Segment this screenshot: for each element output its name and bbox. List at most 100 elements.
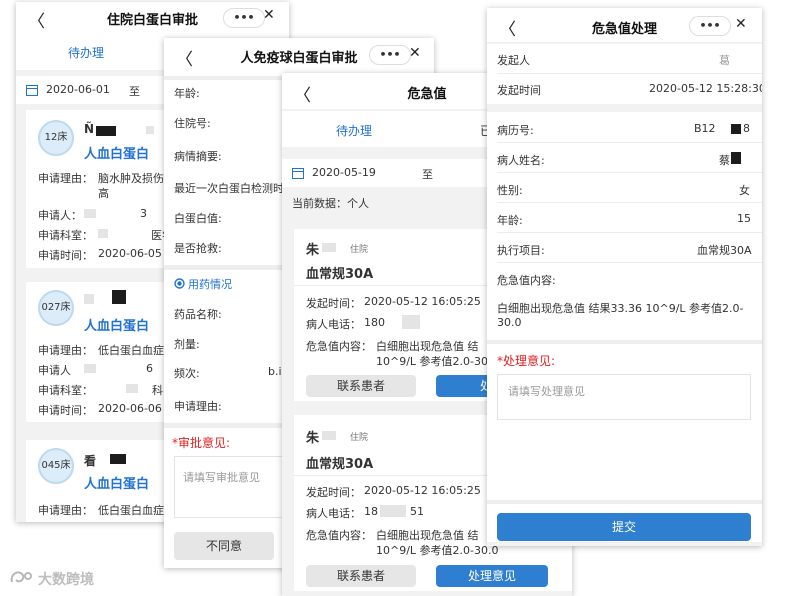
opinion-placeholder: 请填写审批意见 bbox=[183, 471, 260, 484]
dept-label: 申请科室： bbox=[38, 229, 93, 242]
content-value: 白细胞出现危急值 结 bbox=[376, 340, 479, 353]
redacted-name bbox=[96, 126, 116, 136]
exec-item-value: 血常规30A bbox=[697, 244, 752, 257]
time-value: 2020-05-12 16:05:25 bbox=[364, 295, 481, 308]
divider bbox=[497, 142, 762, 143]
content-value-2: 10^9/L 参考值2.0-30.0 bbox=[376, 355, 499, 368]
divider bbox=[487, 340, 762, 344]
opinion-label: *处理意见: bbox=[497, 354, 556, 368]
tab-pending[interactable]: 待办理 bbox=[68, 44, 104, 61]
applicant-label: 申请人： bbox=[38, 209, 82, 222]
contact-patient-button[interactable]: 联系患者 bbox=[306, 375, 416, 397]
reason-label: 申请理由： bbox=[38, 344, 93, 357]
time-label: 申请时间： bbox=[38, 404, 93, 417]
content-label: 危急值内容： bbox=[306, 340, 372, 353]
time-label: 发起时间： bbox=[306, 486, 361, 499]
reject-button[interactable]: 不同意 bbox=[174, 532, 274, 560]
reason-value-2: 高 bbox=[98, 187, 109, 200]
divider bbox=[497, 202, 762, 203]
content-value-2: 30.0 bbox=[497, 316, 522, 329]
content-value: 白细胞出现危急值 结果33.36 10^9/L 参考值2.0- bbox=[497, 302, 744, 315]
age-label: 年龄: bbox=[497, 214, 523, 227]
tab-pending[interactable]: 待办理 bbox=[336, 122, 372, 139]
field-last-test: 最近一次白蛋白检测时 bbox=[174, 182, 284, 195]
field-summary: 病情摘要: bbox=[174, 150, 222, 163]
redacted-info bbox=[146, 126, 154, 134]
watermark-text: 大数跨境 bbox=[38, 572, 94, 588]
field-frequency: 频次: bbox=[174, 367, 200, 380]
age-value: 15 bbox=[737, 212, 751, 225]
content-value: 白细胞出现危急值 结 bbox=[376, 529, 479, 542]
patient-name: 朱 bbox=[306, 431, 320, 446]
watermark-logo-icon bbox=[10, 571, 32, 583]
close-icon[interactable]: ✕ bbox=[409, 45, 421, 61]
date-separator: 至 bbox=[422, 168, 433, 181]
record-no-value: B12 bbox=[694, 122, 716, 135]
phone-tail: 51 bbox=[410, 505, 424, 518]
field-rescue: 是否抢救: bbox=[174, 242, 222, 255]
exec-item-label: 执行项目: bbox=[497, 244, 545, 257]
record-no-tail: 8 bbox=[743, 122, 750, 135]
more-button[interactable]: ••• bbox=[223, 8, 265, 28]
more-button[interactable]: ••• bbox=[689, 16, 731, 36]
close-icon[interactable]: ✕ bbox=[263, 7, 275, 23]
applicant-value: 6 bbox=[146, 362, 153, 375]
date-from[interactable]: 2020-06-01 bbox=[46, 83, 110, 96]
patient-name: 朱 bbox=[306, 243, 320, 258]
patient-type: 住院 bbox=[350, 433, 369, 443]
phone-value: 18 bbox=[364, 505, 378, 518]
phone-label: 病人电话： bbox=[306, 507, 361, 520]
data-scope: 当前数据：个人 bbox=[292, 197, 369, 210]
time-label: 申请时间： bbox=[38, 249, 93, 262]
divider bbox=[497, 232, 762, 233]
test-item: 血常规30A bbox=[306, 457, 374, 472]
bed-badge: 12床 bbox=[38, 120, 74, 156]
bed-badge: 027床 bbox=[38, 290, 74, 326]
drug-name: 人血白蛋白 bbox=[84, 319, 150, 334]
reason-label: 申请理由： bbox=[38, 172, 93, 185]
phone-value: 180 bbox=[364, 316, 385, 329]
initiator-label: 发起人 bbox=[497, 54, 530, 67]
frequency-value: b.i bbox=[268, 365, 282, 378]
applicant-value: 3 bbox=[140, 207, 147, 220]
opinion-textarea[interactable]: 请填写处理意见 bbox=[497, 374, 751, 420]
patient-type: 住院 bbox=[350, 245, 369, 255]
submit-button[interactable]: 提交 bbox=[497, 513, 751, 541]
drug-name: 人血白蛋白 bbox=[84, 477, 150, 492]
date-separator: 至 bbox=[129, 85, 140, 98]
date-from[interactable]: 2020-05-19 bbox=[312, 166, 376, 179]
reason-label: 申请理由： bbox=[38, 504, 93, 517]
nav-bar: 〈 住院白蛋白审批 ••• ✕ bbox=[16, 2, 289, 34]
dept-label: 申请科室： bbox=[38, 384, 93, 397]
initiator-value: 葛 bbox=[719, 54, 730, 67]
close-icon[interactable]: ✕ bbox=[735, 16, 747, 32]
field-age: 年龄: bbox=[174, 87, 200, 100]
section-title: 用药情况 bbox=[188, 278, 232, 291]
time-label: 发起时间： bbox=[306, 297, 361, 310]
divider bbox=[497, 262, 762, 263]
content-label: 危急值内容： bbox=[306, 529, 372, 542]
patient-name-label: 病人姓名: bbox=[497, 154, 545, 167]
redacted-name bbox=[112, 290, 126, 304]
bed-badge: 045床 bbox=[38, 448, 74, 484]
gender-label: 性别: bbox=[497, 184, 523, 197]
opinion-placeholder: 请填写处理意见 bbox=[508, 385, 585, 398]
more-button[interactable]: ••• bbox=[369, 45, 411, 65]
divider bbox=[487, 500, 762, 504]
nav-bar: 〈 人免疫球白蛋白审批 ••• ✕ bbox=[164, 38, 434, 72]
field-reason: 申请理由: bbox=[174, 400, 222, 413]
contact-patient-button[interactable]: 联系患者 bbox=[306, 565, 416, 587]
initiate-time-value: 2020-05-12 15:28:30 bbox=[649, 82, 762, 95]
divider bbox=[497, 73, 762, 74]
phone-label: 病人电话： bbox=[306, 318, 361, 331]
drug-name: 人血白蛋白 bbox=[84, 147, 150, 162]
divider bbox=[497, 172, 762, 173]
field-dose: 剂量: bbox=[174, 338, 200, 351]
test-item: 血常规30A bbox=[306, 267, 374, 282]
content-value-2: 10^9/L 参考值2.0-30.0 bbox=[376, 544, 499, 557]
dept-value: 科 bbox=[152, 384, 163, 397]
redacted-name bbox=[110, 454, 126, 464]
patient-name-value: 蔡 bbox=[719, 154, 730, 167]
handle-opinion-button[interactable]: 处理意见 bbox=[436, 565, 548, 587]
field-albumin-value: 白蛋白值: bbox=[174, 212, 222, 225]
